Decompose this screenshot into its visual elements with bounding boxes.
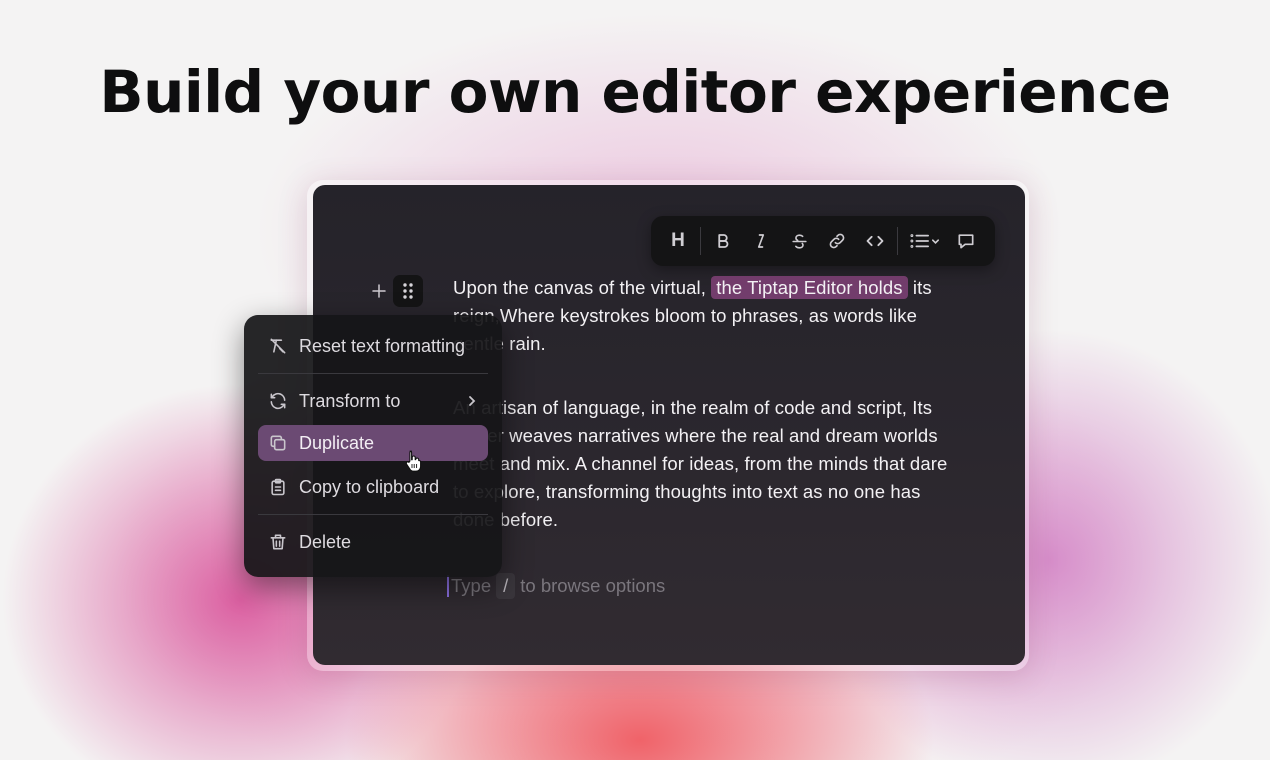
delete-menu-item[interactable]: Delete [258, 524, 488, 560]
selected-text: the Tiptap Editor holds [711, 276, 908, 299]
duplicate-menu-item[interactable]: Duplicate [258, 425, 488, 461]
drag-handle-icon [403, 283, 413, 299]
menu-divider [258, 373, 488, 374]
chevron-down-icon [931, 238, 939, 244]
plus-icon [372, 284, 386, 298]
strikethrough-icon [791, 233, 807, 249]
menu-divider [258, 514, 488, 515]
link-icon [829, 233, 845, 249]
add-block-button[interactable] [365, 277, 393, 305]
heading-icon: H [671, 230, 685, 251]
strikethrough-button[interactable] [780, 222, 818, 260]
italic-button[interactable] [742, 222, 780, 260]
drag-handle[interactable] [393, 275, 423, 307]
hand-cursor-icon [405, 450, 422, 472]
bold-button[interactable] [704, 222, 742, 260]
block-context-menu: Reset text formatting Transform to Dupli… [244, 315, 502, 577]
list-dropdown-button[interactable] [901, 222, 947, 260]
chevron-right-icon [466, 395, 478, 407]
text-caret [447, 575, 449, 597]
menu-item-label: Duplicate [299, 432, 375, 453]
editor-paragraph[interactable]: An artisan of language, in the realm of … [453, 394, 953, 534]
menu-item-label: Transform to [299, 390, 401, 411]
remove-formatting-icon [268, 336, 288, 356]
editor-paragraph[interactable]: Upon the canvas of the virtual, the Tipt… [453, 274, 953, 358]
trash-icon [268, 532, 288, 552]
refresh-icon [268, 391, 288, 411]
slash-key-badge: / [496, 573, 516, 599]
link-button[interactable] [818, 222, 856, 260]
toolbar-divider [897, 227, 898, 255]
paragraph-text: Upon the canvas of the virtual, [453, 277, 712, 298]
reset-formatting-menu-item[interactable]: Reset text formatting [258, 328, 488, 364]
heading-button[interactable]: H [659, 222, 697, 260]
transform-to-menu-item[interactable]: Transform to [258, 383, 488, 419]
toolbar-divider [700, 227, 701, 255]
clipboard-icon [268, 477, 288, 497]
menu-item-label: Delete [299, 531, 352, 552]
italic-icon [757, 234, 765, 248]
code-button[interactable] [856, 222, 894, 260]
copy-to-clipboard-menu-item[interactable]: Copy to clipboard [258, 469, 488, 505]
code-icon [866, 235, 884, 247]
menu-item-label: Reset text formatting [299, 335, 466, 356]
placeholder-text: to browse options [520, 575, 666, 596]
menu-item-label: Copy to clipboard [299, 476, 440, 497]
formatting-toolbar: H [651, 216, 995, 266]
bold-icon [718, 234, 729, 248]
comment-button[interactable] [947, 222, 985, 260]
comment-icon [958, 234, 974, 249]
page-headline: Build your own editor experience [99, 58, 1171, 126]
list-icon [909, 234, 929, 248]
copy-icon [268, 433, 288, 453]
